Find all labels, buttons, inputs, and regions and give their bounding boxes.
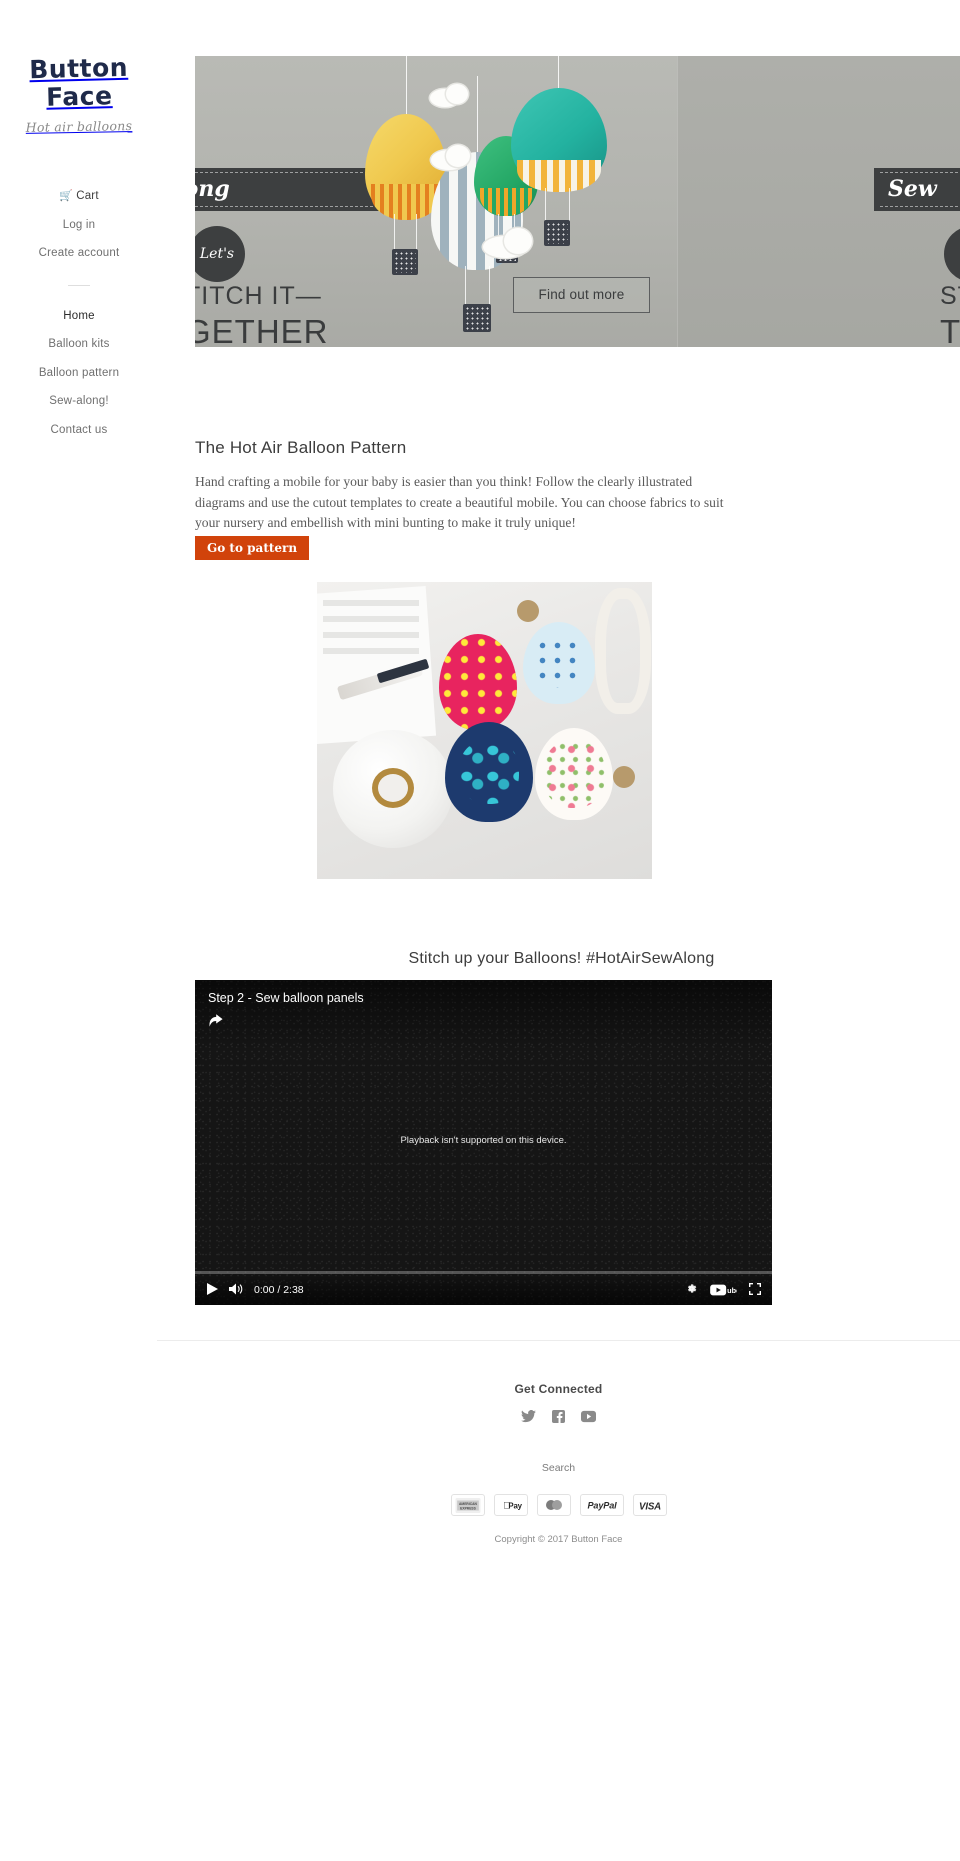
site-logo[interactable]: Button Face Hot air balloons — [0, 52, 158, 135]
video-section-title-text: Stitch up your Balloons! #HotAirSewAlong — [408, 950, 715, 967]
video-section-title: Stitch up your Balloons! #HotAirSewAlong — [0, 950, 960, 968]
twitter-icon[interactable] — [521, 1410, 536, 1423]
youtube-icon[interactable] — [581, 1410, 596, 1423]
page-title: The Hot Air Balloon Pattern — [195, 438, 407, 457]
paypal-icon: PayPal — [579, 1494, 624, 1516]
hero-ribbon-right: Sew — [874, 168, 960, 211]
mastercard-icon — [536, 1494, 571, 1516]
site-footer: Get Connected Search AMERICAN EXPRESS Pa… — [157, 1340, 960, 1545]
balloon-cord — [569, 188, 570, 224]
sidebar-item-balloon-pattern[interactable]: Balloon pattern — [0, 359, 158, 388]
photo-fabric-line — [323, 632, 419, 638]
hero-headline-right-line2: TOG — [940, 313, 960, 347]
hero-headline-left: TITCH IT— GETHER — [195, 282, 329, 347]
social-links — [157, 1410, 960, 1423]
hero-ribbon-label: w-along — [195, 176, 230, 202]
sidebar-item-contact-us[interactable]: Contact us — [0, 416, 158, 445]
photo-fabric-line — [323, 648, 419, 654]
share-icon[interactable] — [209, 1014, 223, 1031]
page-root: Button Face Hot air balloons 🛒 Cart Log i… — [0, 0, 960, 1861]
logo-tagline: Hot air balloons — [25, 118, 133, 135]
main-nav: Home Balloon kits Balloon pattern Sew-al… — [0, 302, 158, 445]
photo-balloon-navy-print — [459, 740, 519, 804]
photo-roll-hole — [378, 774, 408, 802]
shopping-cart-icon: 🛒 — [59, 190, 74, 202]
hero-banner[interactable]: w-along Let's TITCH IT— GETHER Sew ST TO… — [195, 56, 960, 347]
footer-search-link[interactable]: Search — [157, 1462, 960, 1474]
svg-text:EXPRESS: EXPRESS — [460, 1506, 477, 1510]
sidebar-item-balloon-kits[interactable]: Balloon kits — [0, 330, 158, 359]
sidebar-item-cart[interactable]: 🛒 Cart — [0, 182, 158, 211]
hero-headline-line2: GETHER — [195, 313, 329, 347]
video-controls-left: 0:00 / 2:38 — [207, 1283, 304, 1297]
balloon-cord — [465, 266, 466, 308]
logo-title: Button Face — [28, 52, 129, 112]
balloon-string — [558, 56, 559, 88]
balloon-pattern-band — [517, 160, 601, 192]
photo-pinecone — [517, 600, 539, 622]
photo-headband — [595, 588, 651, 714]
balloon-basket — [544, 220, 570, 246]
ribbon-dash-bottom-right — [880, 206, 960, 207]
hero-headline-line1: TITCH IT— — [195, 282, 322, 310]
photo-pinecone — [613, 766, 635, 788]
cloud-decoration — [504, 228, 532, 254]
video-time-display: 0:00 / 2:38 — [254, 1284, 304, 1296]
fullscreen-icon[interactable] — [749, 1282, 761, 1297]
balloon-basket — [392, 249, 418, 275]
sidebar: Button Face Hot air balloons 🛒 Cart Log i… — [0, 0, 158, 1861]
sidebar-item-log-in[interactable]: Log in — [0, 211, 158, 240]
find-out-more-button[interactable]: Find out more — [513, 277, 650, 313]
american-express-icon: AMERICAN EXPRESS — [450, 1494, 485, 1516]
balloon-cord — [416, 214, 417, 252]
settings-gear-icon[interactable] — [685, 1282, 698, 1297]
sidebar-item-label: Cart — [76, 190, 99, 202]
balloon-teal — [503, 56, 613, 306]
video-unsupported-message: Playback isn't supported on this device. — [400, 1135, 567, 1146]
video-title-overlay: Step 2 - Sew balloon panels — [208, 991, 364, 1005]
sidebar-item-home[interactable]: Home — [0, 302, 158, 331]
sidebar-item-create-account[interactable]: Create account — [0, 239, 158, 268]
mastercard-circle-right — [551, 1500, 562, 1510]
cloud-decoration — [446, 145, 470, 167]
facebook-icon[interactable] — [552, 1410, 565, 1423]
video-progress-bar[interactable] — [195, 1271, 772, 1274]
photo-fabric-line — [323, 600, 419, 606]
hero-ribbon-right-label: Sew — [888, 176, 937, 202]
balloon-cord — [394, 214, 395, 252]
balloon-cord — [545, 188, 546, 224]
play-button[interactable] — [207, 1283, 218, 1297]
photo-fabric-line — [323, 616, 419, 622]
photo-balloon-pink-dots — [439, 634, 517, 730]
sidebar-item-sew-along[interactable]: Sew-along! — [0, 387, 158, 416]
svg-text:PayPal: PayPal — [587, 1500, 617, 1510]
payment-methods: AMERICAN EXPRESS  Pay PayPal — [157, 1494, 960, 1516]
hero-headline-right: ST TOG — [940, 282, 960, 347]
intro-paragraph: Hand crafting a mobile for your baby is … — [195, 474, 724, 531]
copyright-text: Copyright © 2017 Button Face — [494, 1534, 623, 1545]
balloon-craft-photo[interactable] — [317, 582, 652, 879]
hero-headline-right-line1: ST — [940, 282, 960, 310]
visa-icon: VISA — [632, 1494, 667, 1516]
get-connected-heading: Get Connected — [514, 1382, 603, 1396]
video-controls-right: ube — [685, 1282, 761, 1297]
cloud-decoration — [446, 84, 468, 104]
go-to-pattern-button[interactable]: Go to pattern — [195, 536, 310, 560]
sidebar-divider — [68, 284, 90, 286]
youtube-logo-icon[interactable]: ube — [710, 1284, 737, 1296]
ribbon-dash-top-right — [880, 172, 960, 173]
svg-text:Pay: Pay — [508, 1502, 522, 1511]
account-nav: 🛒 Cart Log in Create account — [0, 182, 158, 268]
apple-pay-icon:  Pay — [493, 1494, 528, 1516]
balloon-string — [406, 56, 407, 114]
volume-icon[interactable] — [229, 1283, 243, 1297]
video-controls-bar[interactable]: 0:00 / 2:38 ube — [195, 1269, 772, 1305]
balloon-basket — [463, 304, 491, 332]
video-player[interactable]: Step 2 - Sew balloon panels Playback isn… — [195, 980, 772, 1305]
photo-balloon-lightblue-print — [535, 638, 581, 688]
photo-balloon-floral-print — [543, 740, 605, 808]
svg-text:ube: ube — [727, 1286, 737, 1295]
svg-text:VISA: VISA — [639, 1501, 661, 1512]
